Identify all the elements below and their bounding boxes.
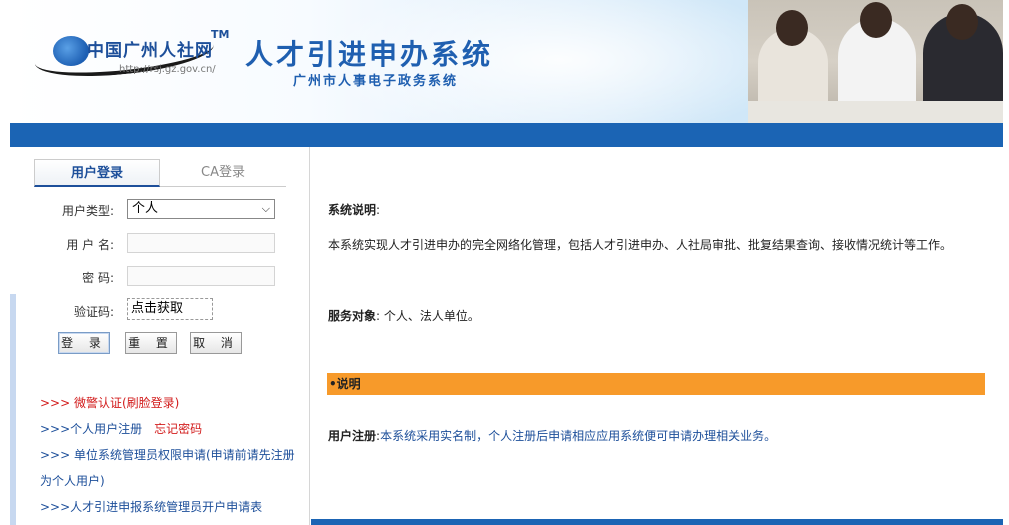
login-buttons-row: 登 录 重 置 取 消 (10, 332, 310, 354)
password-row: 密 码: (10, 266, 310, 288)
login-panel: 用户登录 CA登录 用户类型: 个人 ⌵ 用 户 名: 密 码: 验证码: 点击… (10, 147, 310, 525)
system-desc-colon: : (376, 203, 381, 217)
tab-user-login[interactable]: 用户登录 (34, 159, 160, 187)
note-section-bar: •说明 (327, 373, 985, 395)
header-nav-bar (10, 123, 1003, 147)
username-label: 用 户 名: (66, 238, 114, 252)
user-register-title: 用户注册 (328, 429, 377, 443)
talent-admin-form-link[interactable]: >>>人才引进申报系统管理员开户申请表 (40, 494, 302, 520)
system-desc-title: 系统说明 (328, 203, 377, 217)
logo-trademark: TM (211, 28, 230, 41)
username-input[interactable] (127, 233, 275, 253)
system-desc-heading: 系统说明: (328, 201, 380, 218)
cancel-button[interactable]: 取 消 (190, 332, 242, 354)
info-panel: 系统说明: 本系统实现人才引进申办的完全网络化管理，包括人才引进申办、人社局审批… (311, 147, 1003, 525)
logo-text: 中国广州人社网 (87, 41, 213, 61)
reset-button[interactable]: 重 置 (125, 332, 177, 354)
forgot-password-link[interactable]: 忘记密码 (154, 422, 202, 436)
login-button[interactable]: 登 录 (58, 332, 110, 354)
logo-globe-icon (53, 36, 89, 66)
site-logo[interactable]: 中国广州人社网 TM http://rsj.gz.gov.cn/ (34, 28, 235, 88)
personal-register-row: >>>个人用户注册 忘记密码 (40, 416, 302, 442)
logo-url: http://rsj.gz.gov.cn/ (119, 64, 216, 75)
captcha-get-button[interactable]: 点击获取 (127, 298, 213, 320)
unit-admin-apply-link[interactable]: >>> 单位系统管理员权限申请(申请前请先注册 (40, 442, 302, 468)
login-tabs: 用户登录 CA登录 (34, 159, 286, 187)
password-label: 密 码: (82, 271, 114, 285)
chevron-down-icon: ⌵ (261, 202, 270, 215)
user-type-label: 用户类型: (61, 204, 114, 218)
user-register-info: 用户注册:本系统采用实名制，个人注册后申请相应应用系统便可申请办理相关业务。 (328, 427, 776, 444)
user-type-select[interactable]: 个人 ⌵ (127, 199, 275, 219)
system-title: 人才引进申办系统 (245, 38, 494, 71)
unit-admin-apply-link-cont[interactable]: 为个人用户) (40, 468, 302, 494)
service-target-title: 服务对象 (328, 309, 377, 323)
tab-ca-login[interactable]: CA登录 (160, 159, 286, 187)
police-face-login-link[interactable]: >>> 微警认证(刷脸登录) (40, 390, 302, 416)
left-accent-stripe (10, 294, 16, 525)
system-subtitle: 广州市人事电子政务系统 (293, 74, 459, 89)
quick-links: >>> 微警认证(刷脸登录) >>>个人用户注册 忘记密码 >>> 单位系统管理员… (40, 390, 302, 520)
site-header: 中国广州人社网 TM http://rsj.gz.gov.cn/ 人才引进申办系… (10, 0, 1003, 123)
user-type-row: 用户类型: 个人 ⌵ (10, 199, 310, 221)
service-target: 服务对象: 个人、法人单位。 (328, 307, 480, 324)
footer-bar (311, 519, 1003, 525)
service-target-text: : 个人、法人单位。 (376, 309, 480, 323)
captcha-label: 验证码: (73, 305, 114, 319)
password-input[interactable] (127, 266, 275, 286)
username-row: 用 户 名: (10, 233, 310, 255)
user-register-text: 本系统采用实名制，个人注册后申请相应应用系统便可申请办理相关业务。 (380, 429, 777, 443)
header-banner-photo (748, 0, 1003, 123)
personal-register-link[interactable]: >>>个人用户注册 (40, 422, 142, 436)
user-type-value: 个人 (132, 201, 159, 216)
system-desc-text: 本系统实现人才引进申办的完全网络化管理，包括人才引进申办、人社局审批、批复结果查… (328, 238, 953, 252)
captcha-row: 验证码: 点击获取 (10, 298, 310, 322)
